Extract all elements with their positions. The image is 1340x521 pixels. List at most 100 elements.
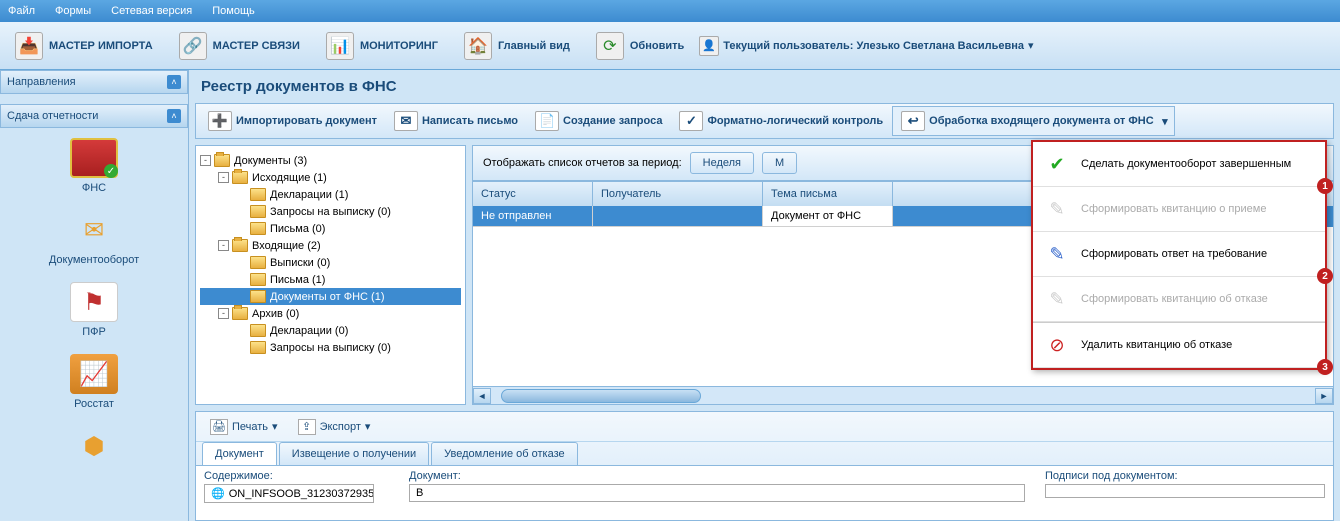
page-title: Реестр документов в ФНС <box>189 70 1340 103</box>
dropdown-item[interactable]: ⊘Удалить квитанцию об отказе3 <box>1033 322 1325 368</box>
table-cell: Документ от ФНС <box>763 206 893 227</box>
refresh-button[interactable]: ⟳Обновить <box>585 27 695 65</box>
dropdown-label: Сформировать квитанцию о приеме <box>1081 203 1266 215</box>
filter-week-button[interactable]: Неделя <box>690 152 754 174</box>
import-master-button[interactable]: 📥МАСТЕР ИМПОРТА <box>4 27 164 65</box>
filter-month-button[interactable]: М <box>762 152 797 174</box>
action-icon: ✔ <box>1043 152 1071 176</box>
signatures-box <box>1045 484 1325 498</box>
expand-icon[interactable]: - <box>218 172 229 183</box>
content-label: Содержимое: <box>204 470 389 482</box>
step-badge: 3 <box>1317 359 1333 375</box>
column-header[interactable]: Тема письма <box>763 182 893 206</box>
tab-document[interactable]: Документ <box>202 442 277 465</box>
monitor-icon: 📊 <box>326 32 354 60</box>
tree-node[interactable]: Письма (0) <box>200 220 461 237</box>
tree-node[interactable]: Выписки (0) <box>200 254 461 271</box>
folder-icon <box>250 256 266 269</box>
scroll-thumb[interactable] <box>501 389 701 403</box>
folder-icon <box>250 341 266 354</box>
import-doc-button[interactable]: ➕Импортировать документ <box>200 107 386 135</box>
details-panel: 🖨Печать ▾ ⇪Экспорт ▾ Документ Извещение … <box>195 411 1334 521</box>
signatures-label: Подписи под документом: <box>1045 470 1325 482</box>
tab-receipt[interactable]: Извещение о получении <box>279 442 429 465</box>
print-button[interactable]: 🖨Печать ▾ <box>202 416 286 438</box>
sidebar-item-fns[interactable]: ФНС <box>0 138 188 194</box>
table-cell <box>593 206 763 227</box>
arrow-icon: ↩ <box>901 111 925 131</box>
tree-label: Входящие (2) <box>252 240 321 252</box>
envelope-icon: ✉ <box>70 210 118 250</box>
request-icon: 📄 <box>535 111 559 131</box>
print-icon: 🖨 <box>210 419 228 435</box>
step-badge: 1 <box>1317 178 1333 194</box>
sidebar-item-pfr[interactable]: ⚑ПФР <box>0 282 188 338</box>
content-file[interactable]: 🌐ON_INFSOOB_312303729351 <box>204 484 374 503</box>
tree-node[interactable]: - Входящие (2) <box>200 237 461 254</box>
scroll-left-button[interactable]: ◄ <box>473 388 491 404</box>
menu-help[interactable]: Помощь <box>212 5 255 17</box>
tree-node[interactable]: Запросы на выписку (0) <box>200 339 461 356</box>
sidebar-header-directions[interactable]: Направления˄ <box>0 70 188 94</box>
globe-icon: 🌐 <box>211 487 225 500</box>
sidebar-item-fss[interactable]: ⬢ <box>0 426 188 470</box>
shield-icon: ⬢ <box>70 426 118 466</box>
tree-label: Запросы на выписку (0) <box>270 342 391 354</box>
sidebar-item-rosstat[interactable]: 📈Росстат <box>0 354 188 410</box>
horizontal-scrollbar[interactable]: ◄ ► <box>473 386 1333 404</box>
tree-node[interactable]: Декларации (1) <box>200 186 461 203</box>
expand-icon[interactable]: - <box>200 155 211 166</box>
sidebar-item-workflow[interactable]: ✉Документооборот <box>0 210 188 266</box>
column-header[interactable]: Статус <box>473 182 593 206</box>
tree-label: Документы (3) <box>234 155 307 167</box>
flc-button[interactable]: ✓Форматно-логический контроль <box>671 107 892 135</box>
menu-network[interactable]: Сетевая версия <box>111 5 192 17</box>
tree-node[interactable]: - Документы (3) <box>200 152 461 169</box>
dropdown-item[interactable]: ✔Сделать документооборот завершенным1 <box>1033 142 1325 187</box>
export-button[interactable]: ⇪Экспорт ▾ <box>290 416 379 438</box>
menu-forms[interactable]: Формы <box>55 5 91 17</box>
process-dropdown-menu: ✔Сделать документооборот завершенным1✎Сф… <box>1031 140 1327 370</box>
write-letter-button[interactable]: ✉Написать письмо <box>386 107 527 135</box>
expand-icon[interactable]: - <box>218 240 229 251</box>
action-icon: ✎ <box>1043 287 1071 311</box>
plus-icon: ➕ <box>208 111 232 131</box>
link-icon: 🔗 <box>179 32 207 60</box>
dropdown-item[interactable]: ✎Сформировать ответ на требование2 <box>1033 232 1325 277</box>
dropdown-label: Сформировать ответ на требование <box>1081 248 1267 260</box>
main-view-button[interactable]: 🏠Главный вид <box>453 27 581 65</box>
scroll-right-button[interactable]: ► <box>1315 388 1333 404</box>
home-icon: 🏠 <box>464 32 492 60</box>
tree-label: Письма (1) <box>270 274 325 286</box>
menu-file[interactable]: Файл <box>8 5 35 17</box>
create-request-button[interactable]: 📄Создание запроса <box>527 107 671 135</box>
tree-label: Письма (0) <box>270 223 325 235</box>
tab-rejection[interactable]: Уведомление об отказе <box>431 442 577 465</box>
main-toolbar: 📥МАСТЕР ИМПОРТА 🔗МАСТЕР СВЯЗИ 📊МОНИТОРИН… <box>0 22 1340 70</box>
sidebar-header-reporting[interactable]: Сдача отчетности˄ <box>0 104 188 128</box>
folder-icon <box>250 205 266 218</box>
tree-node[interactable]: Запросы на выписку (0) <box>200 203 461 220</box>
folder-icon <box>214 154 230 167</box>
tree-node[interactable]: Декларации (0) <box>200 322 461 339</box>
user-icon: 👤 <box>699 36 719 56</box>
tree-node[interactable]: Письма (1) <box>200 271 461 288</box>
tree-node[interactable]: -Исходящие (1) <box>200 169 461 186</box>
column-header[interactable]: Получатель <box>593 182 763 206</box>
document-toolbar: ➕Импортировать документ ✉Написать письмо… <box>195 103 1334 139</box>
tree-node[interactable]: -Архив (0) <box>200 305 461 322</box>
filter-label: Отображать список отчетов за период: <box>483 157 682 169</box>
expand-icon[interactable]: - <box>218 308 229 319</box>
dropdown-item: ✎Сформировать квитанцию об отказе <box>1033 277 1325 322</box>
tree-label: Запросы на выписку (0) <box>270 206 391 218</box>
tree-label: Выписки (0) <box>270 257 330 269</box>
step-badge: 2 <box>1317 268 1333 284</box>
chart-icon: 📈 <box>70 354 118 394</box>
current-user[interactable]: 👤 Текущий пользователь: Улезько Светлана… <box>699 36 1033 56</box>
process-incoming-dropdown[interactable]: ↩Обработка входящего документа от ФНС <box>892 106 1175 136</box>
monitoring-button[interactable]: 📊МОНИТОРИНГ <box>315 27 449 65</box>
folder-icon <box>250 222 266 235</box>
connection-master-button[interactable]: 🔗МАСТЕР СВЯЗИ <box>168 27 311 65</box>
tree-node[interactable]: Документы от ФНС (1) <box>200 288 461 305</box>
dropdown-label: Сделать документооборот завершенным <box>1081 158 1291 170</box>
